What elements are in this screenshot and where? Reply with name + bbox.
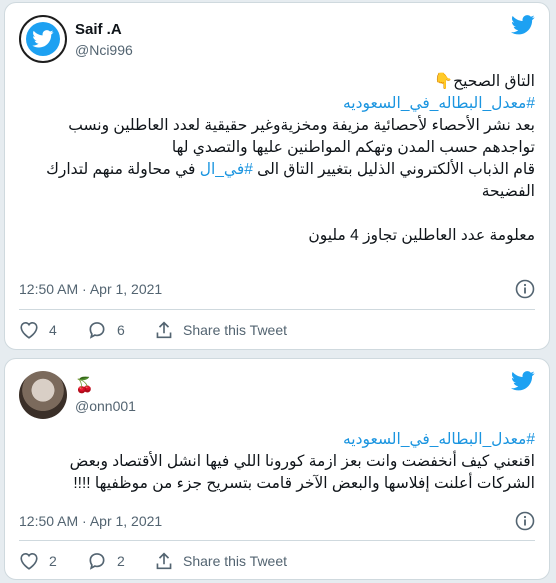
user-handle[interactable]: @Nci996 xyxy=(75,41,133,59)
share-button[interactable]: Share this Tweet xyxy=(155,320,287,340)
tweet-text: التاق الصحيح👇 #معدل_البطاله_في_السعوديه … xyxy=(19,71,535,247)
share-button[interactable]: Share this Tweet xyxy=(155,551,287,571)
timestamp[interactable]: 12:50 AM · Apr 1, 2021 xyxy=(19,513,162,529)
reply-count: 6 xyxy=(117,322,125,338)
avatar[interactable] xyxy=(19,15,67,63)
display-name[interactable]: Saif .A xyxy=(75,21,133,39)
tweet-header: 🍒 @onn001 xyxy=(19,371,535,419)
user-handle[interactable]: @onn001 xyxy=(75,397,136,415)
tweet-paragraph: قام الذباب الألكتروني الذليل بتغيير التا… xyxy=(19,159,535,203)
tweet-text: #معدل_البطاله_في_السعوديه اقنعني كيف أنخ… xyxy=(19,429,535,495)
heart-icon xyxy=(20,552,38,570)
hashtag-link[interactable]: #معدل_البطاله_في_السعوديه xyxy=(19,429,535,451)
tweet-header: Saif .A @Nci996 xyxy=(19,15,535,63)
share-label: Share this Tweet xyxy=(183,553,288,569)
hashtag-link[interactable]: #في_ال xyxy=(200,161,253,178)
twitter-logo-icon[interactable] xyxy=(511,371,535,391)
share-label: Share this Tweet xyxy=(183,322,288,338)
tweet-paragraph: معلومة عدد العاطلين تجاوز 4 مليون xyxy=(308,227,535,244)
share-icon xyxy=(156,552,172,570)
twitter-logo-icon[interactable] xyxy=(511,15,535,35)
divider xyxy=(19,540,535,541)
reply-button[interactable]: 6 xyxy=(87,320,137,340)
info-icon[interactable] xyxy=(515,511,535,531)
like-button[interactable]: 4 xyxy=(19,321,69,339)
tweet-actions: 4 6 Share this Tweet xyxy=(19,319,535,341)
like-count: 4 xyxy=(49,322,57,338)
tweet-card[interactable]: 🍒 @onn001 #معدل_البطاله_في_السعوديه اقنع… xyxy=(4,358,550,580)
reply-button[interactable]: 2 xyxy=(87,551,137,571)
tweet-text-fragment: قام الذباب الألكتروني الذليل بتغيير التا… xyxy=(252,161,535,178)
avatar[interactable] xyxy=(19,371,67,419)
display-name[interactable]: 🍒 xyxy=(75,377,136,395)
info-icon[interactable] xyxy=(515,279,535,299)
tweet-paragraph: بعد نشر الأحصاء لأحصائية مزيفة ومخزيةوغي… xyxy=(68,117,535,156)
tweet-actions: 2 2 Share this Tweet xyxy=(19,550,535,572)
like-button[interactable]: 2 xyxy=(19,552,69,570)
hashtag-link[interactable]: #معدل_البطاله_في_السعوديه xyxy=(19,93,535,115)
reply-count: 2 xyxy=(117,553,125,569)
tweet-line: التاق الصحيح👇 xyxy=(433,73,535,90)
like-count: 2 xyxy=(49,553,57,569)
heart-icon xyxy=(20,321,38,339)
divider xyxy=(19,309,535,310)
tweet-card[interactable]: Saif .A @Nci996 التاق الصحيح👇 #معدل_البط… xyxy=(4,2,550,350)
reply-icon xyxy=(89,322,105,339)
share-icon xyxy=(156,321,172,339)
reply-icon xyxy=(89,553,105,570)
timestamp[interactable]: 12:50 AM · Apr 1, 2021 xyxy=(19,281,162,297)
twitter-bird-icon xyxy=(32,30,54,48)
tweet-paragraph: اقنعني كيف أنخفضت وانت بعز ازمة كورونا ا… xyxy=(69,453,535,492)
